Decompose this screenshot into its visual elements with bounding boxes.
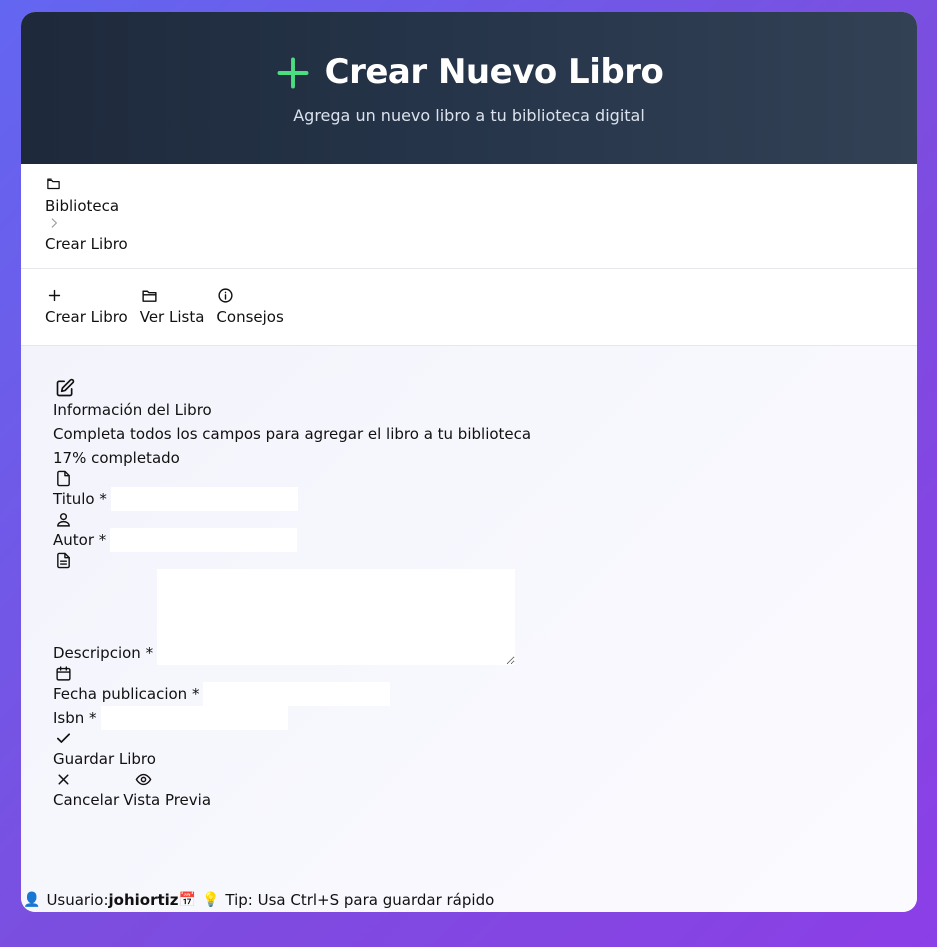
- titulo-input[interactable]: [110, 487, 298, 511]
- form-area: Información del Libro Completa todos los…: [21, 346, 917, 912]
- calendar-icon: 📅: [178, 892, 196, 908]
- cancel-button[interactable]: Cancelar: [53, 771, 119, 812]
- autor-field: Autor *: [53, 528, 885, 552]
- section-title: Información del Libro: [53, 401, 212, 419]
- fecha-input[interactable]: [203, 682, 391, 706]
- user-icon: 👤: [23, 892, 41, 908]
- info-icon: [218, 288, 234, 303]
- lightbulb-icon: 💡: [201, 892, 220, 908]
- autor-input[interactable]: [110, 528, 298, 552]
- header-title-row: Crear Nuevo Libro: [21, 12, 917, 94]
- footer-user-label: Usuario:: [46, 891, 109, 909]
- isbn-label: Isbn *: [53, 709, 97, 727]
- preview-label: Vista Previa: [123, 791, 212, 809]
- folder-icon: [142, 290, 157, 302]
- progress-text: 17% completado: [53, 449, 180, 467]
- file-icon: [57, 470, 70, 487]
- close-icon: [58, 774, 69, 785]
- cancel-label: Cancelar: [53, 791, 120, 809]
- footer-tip: Tip: Usa Ctrl+S para guardar rápido: [225, 891, 495, 909]
- breadcrumb: Biblioteca Crear Libro: [21, 164, 917, 269]
- autor-label: Autor *: [53, 531, 107, 549]
- fecha-field: Fecha publicacion *: [53, 682, 885, 706]
- plus-icon: [48, 289, 61, 302]
- eye-icon: [135, 773, 152, 786]
- tab-bar: Crear Libro Ver Lista Consejos: [21, 269, 917, 346]
- edit-icon: [56, 378, 75, 397]
- save-label: Guardar Libro: [53, 750, 156, 768]
- tab-label: Crear Libro: [45, 308, 128, 326]
- main-card: Crear Nuevo Libro Agrega un nuevo libro …: [21, 12, 917, 912]
- footer-bar: 👤 Usuario: johiortiz 📅 💡 Tip: Usa Ctrl+S p…: [21, 888, 917, 912]
- titulo-field: Titulo *: [53, 487, 885, 511]
- tab-crear-libro[interactable]: Crear Libro: [45, 287, 128, 345]
- footer-username: johiortiz: [108, 891, 179, 909]
- isbn-input[interactable]: [100, 706, 288, 730]
- tab-label: Consejos: [216, 308, 284, 326]
- action-row: Cancelar Vista Previa: [53, 771, 885, 812]
- page-subtitle: Agrega un nuevo libro a tu biblioteca di…: [293, 106, 645, 125]
- preview-button[interactable]: Vista Previa: [123, 771, 211, 812]
- user-icon: [57, 513, 70, 527]
- descripcion-textarea[interactable]: [157, 569, 516, 665]
- document-icon: [57, 552, 70, 569]
- descripcion-label: Descripcion *: [53, 644, 154, 662]
- breadcrumb-item-biblioteca[interactable]: Biblioteca: [45, 196, 893, 216]
- chevron-right-icon: [51, 218, 58, 228]
- titulo-label: Titulo *: [53, 490, 107, 508]
- fecha-label: Fecha publicacion *: [53, 685, 200, 703]
- descripcion-field: Descripcion *: [53, 569, 885, 665]
- folder-icon: [47, 178, 60, 190]
- tab-label: Ver Lista: [139, 308, 205, 326]
- calendar-icon: [56, 666, 71, 681]
- page-header: Crear Nuevo Libro Agrega un nuevo libro …: [21, 12, 917, 164]
- section-subtitle: Completa todos los campos para agregar e…: [53, 425, 532, 443]
- tab-consejos[interactable]: Consejos: [216, 287, 284, 345]
- plus-icon: [277, 57, 309, 88]
- save-button[interactable]: Guardar Libro: [53, 730, 885, 771]
- page-title: Crear Nuevo Libro: [324, 51, 664, 92]
- check-icon: [56, 733, 71, 743]
- breadcrumb-item-crear-libro: Crear Libro: [45, 235, 128, 253]
- isbn-field: Isbn *: [53, 706, 885, 730]
- tab-ver-lista[interactable]: Ver Lista: [139, 287, 205, 345]
